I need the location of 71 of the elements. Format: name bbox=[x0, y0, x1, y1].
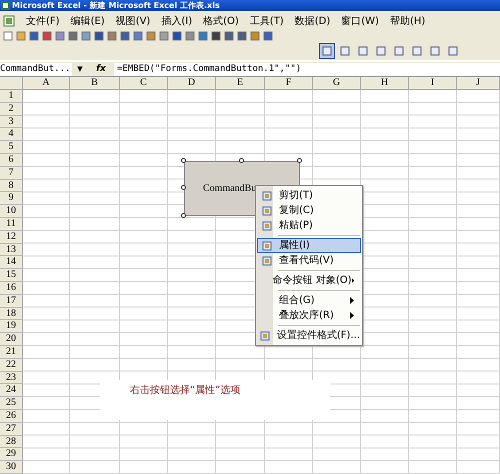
row-header[interactable]: 16 bbox=[0, 282, 23, 295]
row-header[interactable]: 4 bbox=[0, 128, 23, 142]
column-header[interactable]: F bbox=[265, 77, 313, 90]
menu-item[interactable]: 窗口(W) bbox=[341, 14, 379, 28]
row-header[interactable]: 14 bbox=[0, 256, 23, 270]
submenu-arrow-icon bbox=[352, 277, 354, 284]
column-header[interactable]: E bbox=[216, 77, 265, 90]
row-header[interactable]: 20 bbox=[0, 333, 23, 346]
row-header[interactable]: 27 bbox=[0, 422, 23, 436]
row-header[interactable]: 28 bbox=[0, 436, 23, 448]
context-menu-item[interactable]: 命令按钮 对象(O) bbox=[257, 273, 361, 288]
context-menu-item[interactable]: 设置控件格式(F)... bbox=[257, 328, 361, 343]
menu-item[interactable]: 文件(F) bbox=[26, 14, 60, 28]
context-menu-item[interactable]: 查看代码(V) bbox=[257, 253, 361, 268]
row-header[interactable]: 21 bbox=[0, 346, 23, 359]
row-header[interactable]: 13 bbox=[0, 244, 23, 256]
resize-handle[interactable] bbox=[181, 213, 186, 218]
row-header[interactable]: 22 bbox=[0, 358, 23, 372]
row-header[interactable]: 9 bbox=[0, 192, 23, 206]
menu-item[interactable]: 帮助(H) bbox=[390, 14, 426, 28]
menu-item[interactable]: 工具(T) bbox=[250, 14, 284, 28]
annotation-text: 右击按钮选择“属性”选项 bbox=[100, 380, 330, 420]
row-header[interactable]: 19 bbox=[0, 320, 23, 334]
resize-handle[interactable] bbox=[181, 158, 186, 163]
menu-item[interactable]: 插入(I) bbox=[161, 14, 192, 28]
menu-item[interactable]: 视图(V) bbox=[116, 14, 150, 28]
row-header[interactable]: 18 bbox=[0, 308, 23, 320]
row-header[interactable]: 11 bbox=[0, 218, 23, 231]
menu-item[interactable]: 格式(O) bbox=[203, 14, 239, 28]
menu-item[interactable]: 数据(D) bbox=[294, 14, 330, 28]
row-header[interactable]: 1 bbox=[0, 90, 23, 103]
row-header[interactable]: 5 bbox=[0, 141, 23, 154]
context-menu-item[interactable]: 属性(I) bbox=[257, 238, 361, 253]
row-header[interactable]: 3 bbox=[0, 116, 23, 128]
row-header[interactable]: 2 bbox=[0, 102, 23, 116]
function-button[interactable]: fx bbox=[88, 64, 114, 74]
resize-handle[interactable] bbox=[297, 158, 302, 163]
resize-handle[interactable] bbox=[239, 158, 244, 163]
row-header[interactable]: 6 bbox=[0, 154, 23, 167]
spreadsheet-icon[interactable] bbox=[3, 14, 15, 26]
name-box[interactable]: CommandBut... bbox=[0, 62, 72, 76]
row-header[interactable]: 12 bbox=[0, 230, 23, 244]
context-menu-item[interactable]: 组合(G) bbox=[257, 293, 361, 308]
submenu-arrow-icon bbox=[350, 312, 354, 319]
row-header[interactable]: 26 bbox=[0, 410, 23, 423]
context-menu-item[interactable]: 叠放次序(R) bbox=[257, 308, 361, 323]
row-header[interactable]: 24 bbox=[0, 384, 23, 398]
column-header[interactable]: G bbox=[313, 77, 361, 90]
row-header[interactable]: 7 bbox=[0, 166, 23, 180]
spreadsheet-icon bbox=[1, 1, 10, 10]
menu-item[interactable]: 编辑(E) bbox=[70, 14, 105, 28]
row-header[interactable]: 8 bbox=[0, 180, 23, 192]
row-header[interactable]: 23 bbox=[0, 372, 23, 384]
column-header[interactable]: A bbox=[23, 77, 70, 90]
row-header[interactable]: 17 bbox=[0, 294, 23, 308]
row-header[interactable]: 25 bbox=[0, 397, 23, 410]
column-header[interactable]: H bbox=[361, 77, 409, 90]
row-header[interactable]: 30 bbox=[0, 461, 23, 474]
row-header[interactable]: 15 bbox=[0, 269, 23, 282]
row-header[interactable]: 10 bbox=[0, 205, 23, 218]
column-header[interactable]: I bbox=[409, 77, 457, 90]
row-header[interactable]: 29 bbox=[0, 448, 23, 462]
resize-handle[interactable] bbox=[181, 185, 186, 190]
column-header[interactable]: B bbox=[70, 77, 120, 90]
formula-field[interactable]: =EMBED("Forms.CommandButton.1","") bbox=[114, 62, 500, 76]
column-header[interactable]: J bbox=[457, 77, 500, 90]
column-header[interactable]: C bbox=[120, 77, 168, 90]
submenu-arrow-icon bbox=[350, 297, 354, 304]
window-title: Microsoft Excel - 新建 Microsoft Excel 工作表.xls bbox=[12, 0, 220, 11]
column-header[interactable]: D bbox=[168, 77, 216, 90]
context-menu-item[interactable]: 粘贴(P) bbox=[257, 218, 361, 233]
